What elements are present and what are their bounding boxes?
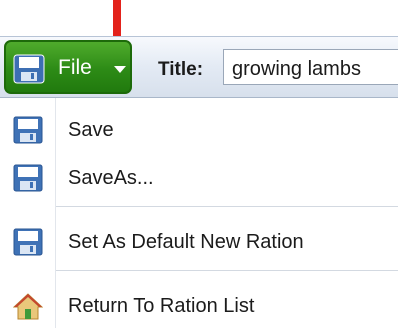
menu-item-label: Set As Default New Ration xyxy=(68,231,304,253)
toolbar: File Title: xyxy=(0,36,398,98)
file-menu-button[interactable]: File xyxy=(4,40,132,94)
save-icon xyxy=(13,228,43,256)
chevron-down-icon xyxy=(114,66,126,73)
screenshot-frame: File Title: Save SaveAs... xyxy=(0,0,398,328)
title-input[interactable] xyxy=(223,49,398,85)
menu-separator xyxy=(56,270,398,271)
menu-item-set-as-default[interactable]: Set As Default New Ration xyxy=(0,220,398,264)
menu-item-save[interactable]: Save xyxy=(0,108,398,152)
menu-item-label: Save xyxy=(68,119,114,141)
menu-item-return-to-ration-list[interactable]: Return To Ration List xyxy=(0,284,398,328)
home-icon xyxy=(13,293,43,320)
file-dropdown-menu: Save SaveAs... Set As Default New Ration xyxy=(0,98,398,328)
save-icon xyxy=(13,164,43,192)
menu-item-save-as[interactable]: SaveAs... xyxy=(0,156,398,200)
title-label: Title: xyxy=(158,59,204,80)
menu-item-label: SaveAs... xyxy=(68,167,154,189)
menu-item-label: Return To Ration List xyxy=(68,295,255,317)
file-menu-label: File xyxy=(58,56,92,79)
save-icon xyxy=(13,116,43,144)
save-icon xyxy=(13,54,45,84)
menu-separator xyxy=(56,206,398,207)
